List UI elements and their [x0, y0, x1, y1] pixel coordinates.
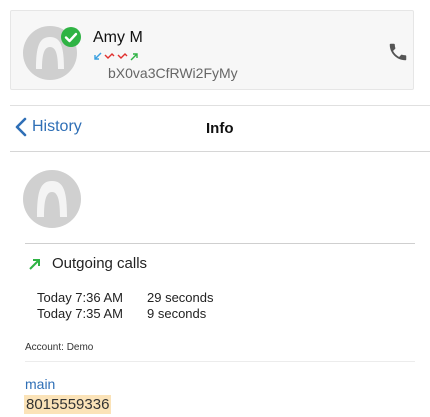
call-time: Today 7:36 AM	[37, 290, 123, 305]
missed-call-icon	[104, 53, 115, 59]
call-duration: 29 seconds	[147, 290, 214, 305]
list-item: Today 7:35 AM 9 seconds	[37, 306, 214, 322]
divider	[25, 243, 415, 244]
back-label: History	[32, 118, 82, 135]
outgoing-call-icon	[29, 258, 40, 270]
outgoing-call-icon	[130, 53, 138, 61]
phone-number[interactable]: 8015559336	[24, 395, 112, 414]
account-label: Account: Demo	[25, 342, 94, 353]
chevron-left-icon	[15, 117, 27, 137]
call-log: Today 7:36 AM 29 seconds Today 7:35 AM 9…	[37, 290, 214, 322]
contact-card[interactable]: Amy M bX0va3CfRWi2FyMy	[10, 10, 414, 90]
missed-call-icon	[117, 53, 128, 59]
number-type-label: main	[25, 376, 56, 392]
incoming-call-icon	[94, 52, 102, 60]
back-button[interactable]: History	[14, 117, 82, 137]
phone-icon[interactable]	[387, 41, 409, 63]
call-type-row: Outgoing calls	[28, 255, 147, 272]
page-title: Info	[206, 120, 234, 137]
contact-id: bX0va3CfRWi2FyMy	[108, 65, 238, 81]
list-item: Today 7:36 AM 29 seconds	[37, 290, 214, 306]
recent-calls-icons	[94, 52, 138, 61]
call-time: Today 7:35 AM	[37, 306, 123, 321]
presence-check-icon	[61, 27, 81, 47]
contact-avatar-large	[23, 170, 81, 228]
divider	[25, 361, 415, 362]
info-panel: History Info Outgoing calls Today 7:36 A…	[10, 105, 430, 417]
contact-name: Amy M	[93, 29, 143, 46]
call-duration: 9 seconds	[147, 306, 207, 321]
call-type-label: Outgoing calls	[52, 255, 148, 272]
nav-bar: History Info	[10, 106, 430, 152]
